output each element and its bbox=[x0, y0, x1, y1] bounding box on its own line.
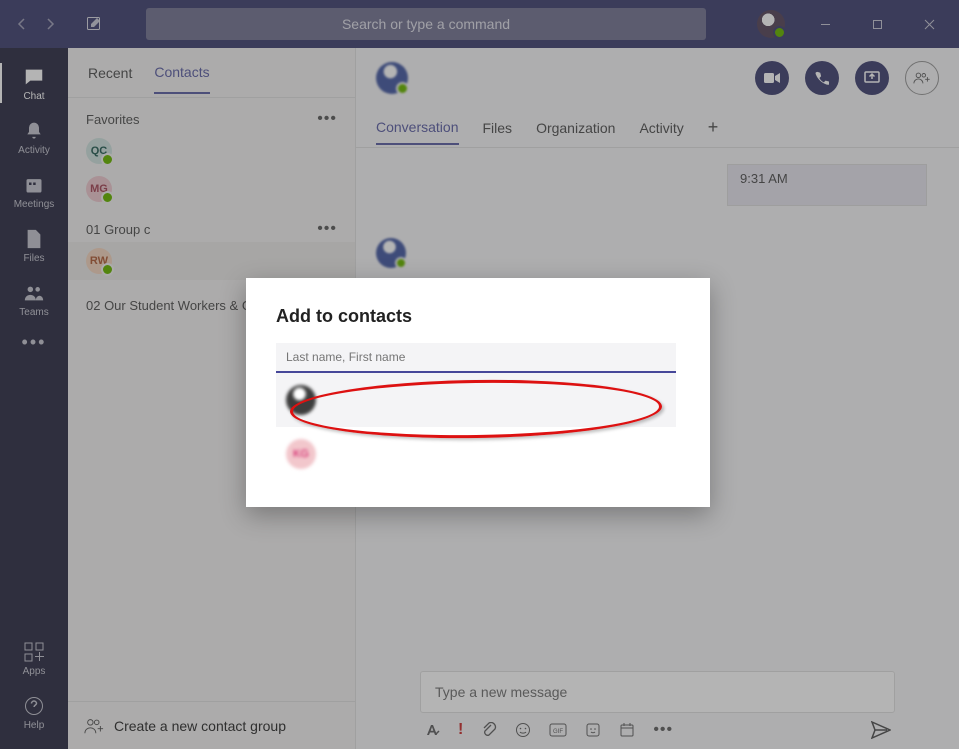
add-contacts-modal: Add to contacts KG bbox=[246, 278, 710, 507]
search-result[interactable]: KG bbox=[276, 427, 676, 481]
contact-search-input[interactable] bbox=[276, 343, 676, 373]
search-result[interactable] bbox=[276, 373, 676, 427]
result-avatar bbox=[286, 385, 316, 415]
result-avatar: KG bbox=[286, 439, 316, 469]
modal-title: Add to contacts bbox=[276, 306, 680, 327]
